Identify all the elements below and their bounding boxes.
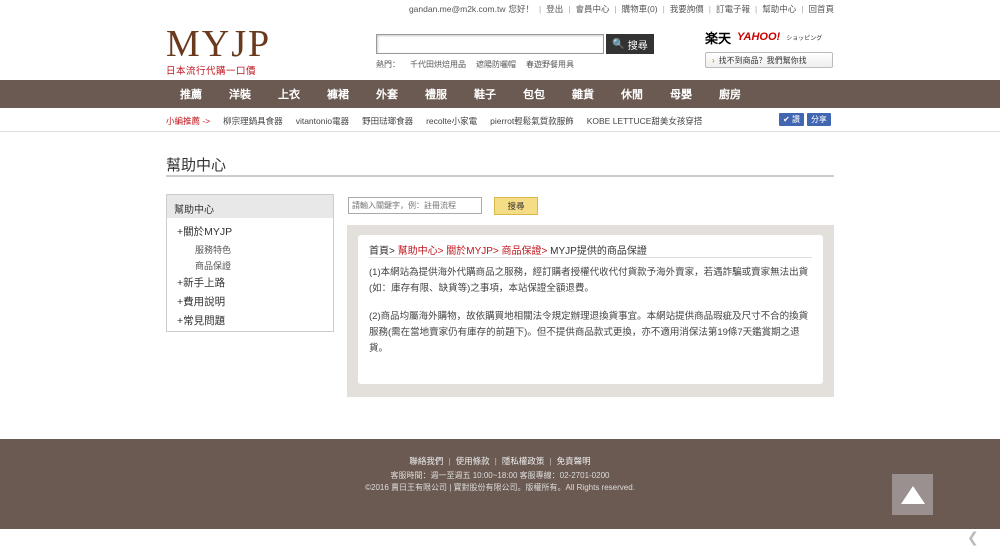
hot-keyword[interactable]: 遮陽防曬帽 (476, 60, 516, 69)
footer-info: 客服時間：週一至週五 10:00~18:00 客服專線：02-2701-0200… (0, 470, 1000, 494)
sidebar-subitem[interactable]: 商品保證 (177, 258, 333, 274)
logout-link[interactable]: 登出 (546, 3, 563, 15)
nav-item[interactable]: 上衣 (278, 86, 327, 102)
sidebar-subitem[interactable]: 服務特色 (177, 242, 333, 258)
nav-item[interactable]: 外套 (376, 86, 425, 102)
content-paragraph: (2)商品均屬海外購物，故依購買地相關法令規定辦理退換貨事宜。本網站提供商品瑕疵… (369, 311, 809, 354)
chevron-icon: ❮ (967, 529, 979, 545)
search-input[interactable] (376, 34, 604, 54)
like-button[interactable]: ✔ 讚 (779, 113, 804, 126)
nav-item[interactable]: 禮服 (425, 86, 474, 102)
breadcrumb: 首頁> 幫助中心> 關於MYJP> 商品保證> MYJP提供的商品保證 (369, 242, 812, 258)
sidebar-heading: 幫助中心 (167, 195, 333, 218)
recommend-link[interactable]: 柳宗理鍋具食器 (223, 115, 283, 127)
recommend-link[interactable]: vitantonio電器 (296, 115, 349, 127)
sidebar-item[interactable]: +新手上路 (177, 274, 333, 293)
nav-item[interactable]: 母嬰 (670, 86, 719, 102)
thumb-icon: ✔ (783, 115, 790, 124)
logo-text: MYJP (166, 23, 272, 65)
footer-privacy-link[interactable]: 隱私權政策 (502, 456, 545, 466)
back-to-top-button[interactable] (892, 474, 933, 515)
arrow-right-icon: › (712, 55, 715, 65)
recommend-link[interactable]: pierrot輕鬆氣質款服飾 (490, 115, 574, 127)
breadcrumb-home[interactable]: 首頁> (369, 246, 395, 257)
arrow-up-icon (900, 485, 925, 504)
cart-link[interactable]: 購物車(0) (622, 3, 658, 15)
footer-terms-link[interactable]: 使用條款 (456, 456, 490, 466)
rakuten-logo[interactable]: 楽天 (705, 28, 731, 47)
breadcrumb-guarantee[interactable]: 商品保證> (502, 246, 548, 257)
content-frame: 首頁> 幫助中心> 關於MYJP> 商品保證> MYJP提供的商品保證 (1)本… (347, 225, 834, 397)
recommend-link[interactable]: 野田琺瑯食器 (362, 115, 413, 127)
breadcrumb-about[interactable]: 關於MYJP> (446, 246, 499, 257)
newsletter-link[interactable]: 訂電子報 (716, 3, 750, 15)
home-link[interactable]: 回首頁 (808, 3, 834, 15)
member-center-link[interactable]: 會員中心 (575, 3, 609, 15)
breadcrumb-help-center[interactable]: 幫助中心> (398, 246, 444, 257)
footer-disclaimer-link[interactable]: 免責聲明 (557, 456, 591, 466)
service-hours: 客服時間：週一至週五 10:00~18:00 客服專線：02-2701-0200 (390, 471, 610, 480)
help-sidebar: 幫助中心 +關於MYJP 服務特色 商品保證 +新手上路 +費用說明 +常見問題 (166, 194, 334, 332)
site-logo[interactable]: MYJP 日本流行代購一口價 (166, 23, 281, 78)
social-buttons: ✔ 讚 分享 (779, 113, 831, 126)
nav-item[interactable]: 包包 (523, 86, 572, 102)
hot-keywords: 熱門： 千代田烘焙用品 遮陽防曬帽 春遊野餐用具 (376, 59, 654, 70)
content-paragraph: (1)本網站為提供海外代購商品之服務，經訂購者授權代收代付貨款予海外賣家，若遇詐… (369, 267, 809, 294)
sidebar-item[interactable]: +常見問題 (177, 312, 333, 331)
nav-item[interactable]: 褲裙 (327, 86, 376, 102)
breadcrumb-current: MYJP提供的商品保證 (550, 246, 647, 257)
footer-links: 聯絡我們 | 使用條款 | 隱私權政策 | 免責聲明 (409, 456, 591, 466)
user-email: gandan.me@m2k.com.tw (408, 4, 506, 14)
site-search: 🔍 搜尋 熱門： 千代田烘焙用品 遮陽防曬帽 春遊野餐用具 (376, 34, 654, 70)
footer-contact-link[interactable]: 聯絡我們 (409, 456, 443, 466)
yahoo-logo[interactable]: YAHOO! (737, 31, 780, 43)
recommend-bar: 小編推薦 -> 柳宗理鍋具食器 vitantonio電器 野田琺瑯食器 recolte… (0, 108, 1000, 132)
yahoo-shopping-label: ショッピング (786, 35, 823, 42)
inquiry-link[interactable]: 我要詢價 (670, 3, 704, 15)
nav-item[interactable]: 雜貨 (572, 86, 621, 102)
help-search-button[interactable]: 搜尋 (494, 197, 538, 215)
recommend-link[interactable]: recolte小家電 (426, 115, 477, 127)
page-title: 幫助中心 (166, 157, 227, 174)
find-product-button[interactable]: › 找不到商品？我們幫你找 (705, 52, 833, 68)
nav-item[interactable]: 休閒 (621, 86, 670, 102)
help-search: 搜尋 (348, 197, 538, 215)
search-icon: 🔍 (612, 38, 625, 50)
footer: 聯絡我們 | 使用條款 | 隱私權政策 | 免責聲明 客服時間：週一至週五 10:00~18… (0, 439, 1000, 529)
header: MYJP 日本流行代購一口價 🔍 搜尋 熱門： 千代田烘焙用品 遮陽防曬帽 春遊野餐用… (0, 18, 1000, 80)
hot-label: 熱門： (376, 60, 400, 69)
hot-keyword[interactable]: 春遊野餐用具 (526, 60, 574, 69)
partner-area: 楽天 YAHOO! ショッピング › 找不到商品？我們幫你找 (705, 28, 835, 68)
nav-item[interactable]: 洋裝 (229, 86, 278, 102)
hot-keyword[interactable]: 千代田烘焙用品 (410, 60, 466, 69)
nav-item[interactable]: 推薦 (180, 86, 229, 102)
help-search-input[interactable] (348, 197, 482, 214)
greeting: 您好！ (508, 4, 534, 14)
main-nav: 推薦 洋裝 上衣 褲裙 外套 禮服 鞋子 包包 雜貨 休閒 母嬰 廚房 (0, 80, 1000, 108)
logo-tagline: 日本流行代購一口價 (166, 66, 257, 77)
recommend-lead: 小編推薦 -> (166, 116, 211, 126)
sidebar-item[interactable]: +關於MYJP (177, 223, 333, 242)
copyright: ©2016 賣日王有限公司 | 寶對股份有限公司。版權所有。All Rights… (365, 483, 635, 492)
nav-item[interactable]: 鞋子 (474, 86, 523, 102)
title-divider (166, 175, 834, 177)
top-bar: gandan.me@m2k.com.tw 您好！ | 登出 | 會員中心 | 購物車(… (408, 3, 834, 15)
nav-item[interactable]: 廚房 (719, 86, 768, 102)
sidebar-item[interactable]: +費用說明 (177, 293, 333, 312)
share-button[interactable]: 分享 (806, 113, 831, 126)
search-button[interactable]: 🔍 搜尋 (606, 34, 654, 54)
content-box: 首頁> 幫助中心> 關於MYJP> 商品保證> MYJP提供的商品保證 (1)本… (358, 235, 823, 384)
help-center-link[interactable]: 幫助中心 (762, 3, 796, 15)
recommend-link[interactable]: KOBE LETTUCE甜美女孩穿搭 (587, 115, 703, 127)
